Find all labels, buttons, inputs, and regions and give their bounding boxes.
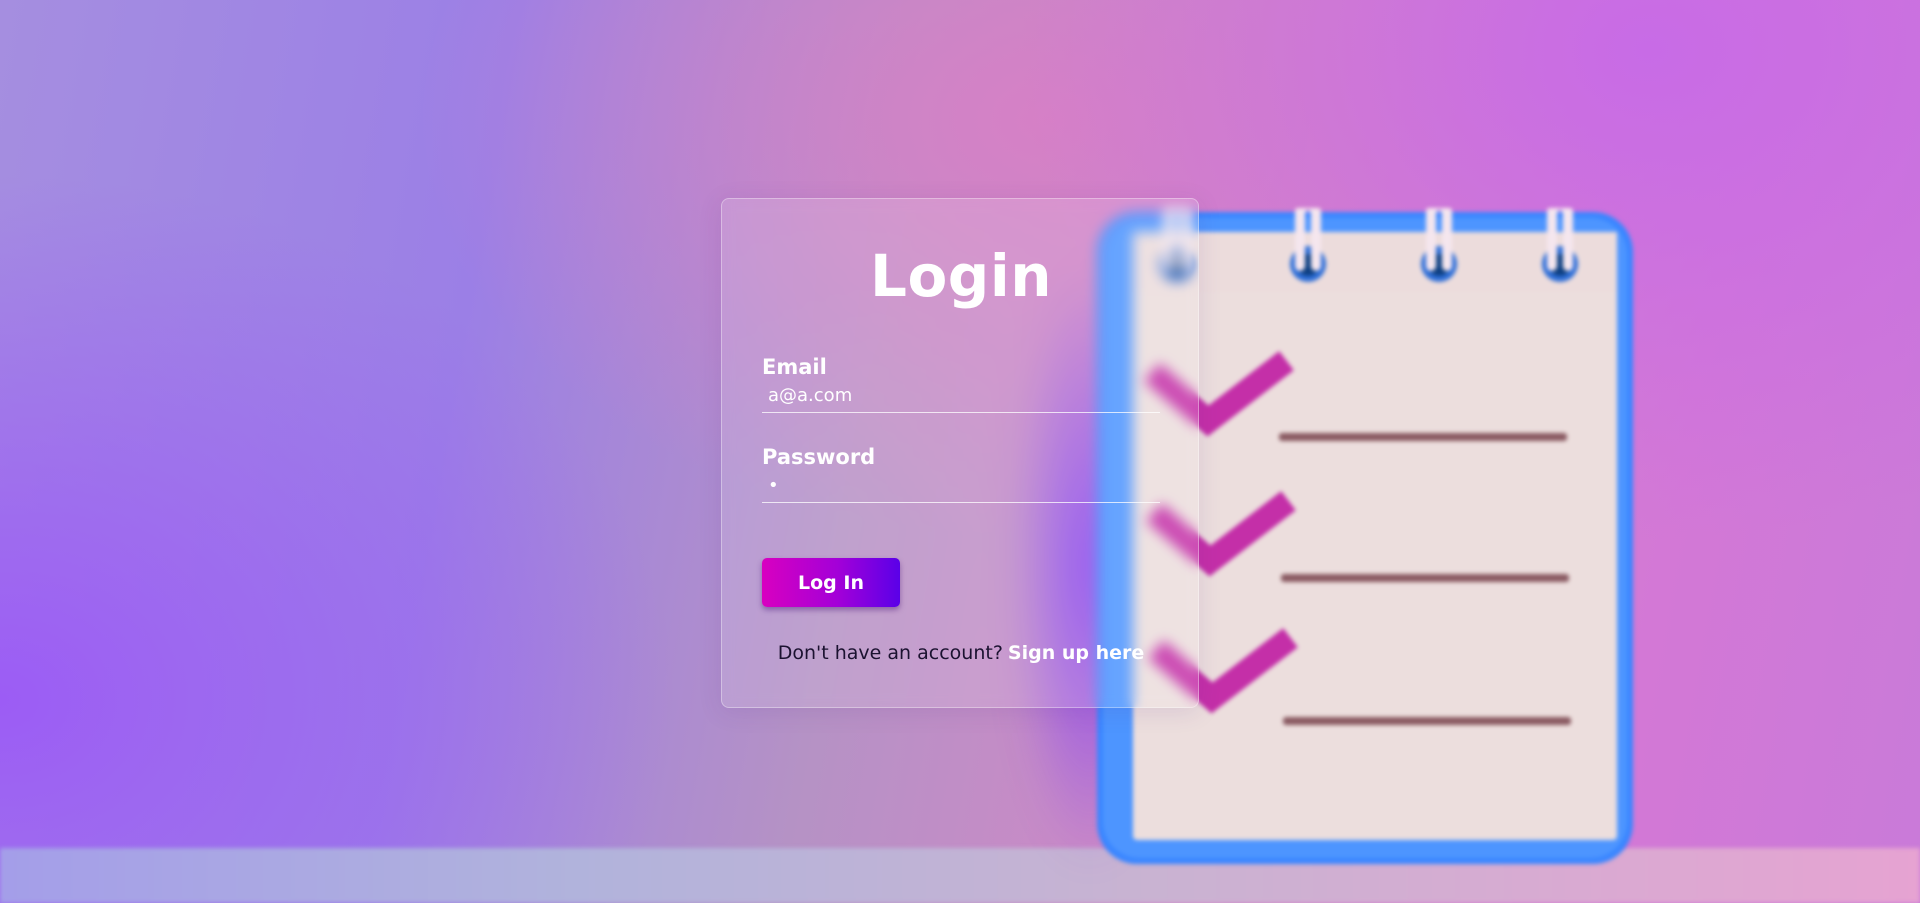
notepad-paper: [1133, 232, 1617, 840]
email-label: Email: [762, 355, 827, 379]
log-in-button[interactable]: Log In: [762, 558, 900, 607]
signup-prompt-text: Don't have an account?: [777, 642, 1003, 664]
login-title: Login: [870, 242, 1052, 310]
login-page: Login Email Password Log In Don't have a…: [0, 0, 1920, 903]
password-field[interactable]: [762, 469, 1160, 503]
password-label: Password: [762, 445, 876, 469]
signup-link[interactable]: Sign up here: [1008, 642, 1144, 664]
login-card: Login Email Password Log In Don't have a…: [721, 198, 1199, 708]
signup-prompt: Don't have an account? Sign up here: [722, 642, 1200, 664]
email-field[interactable]: [762, 379, 1160, 413]
